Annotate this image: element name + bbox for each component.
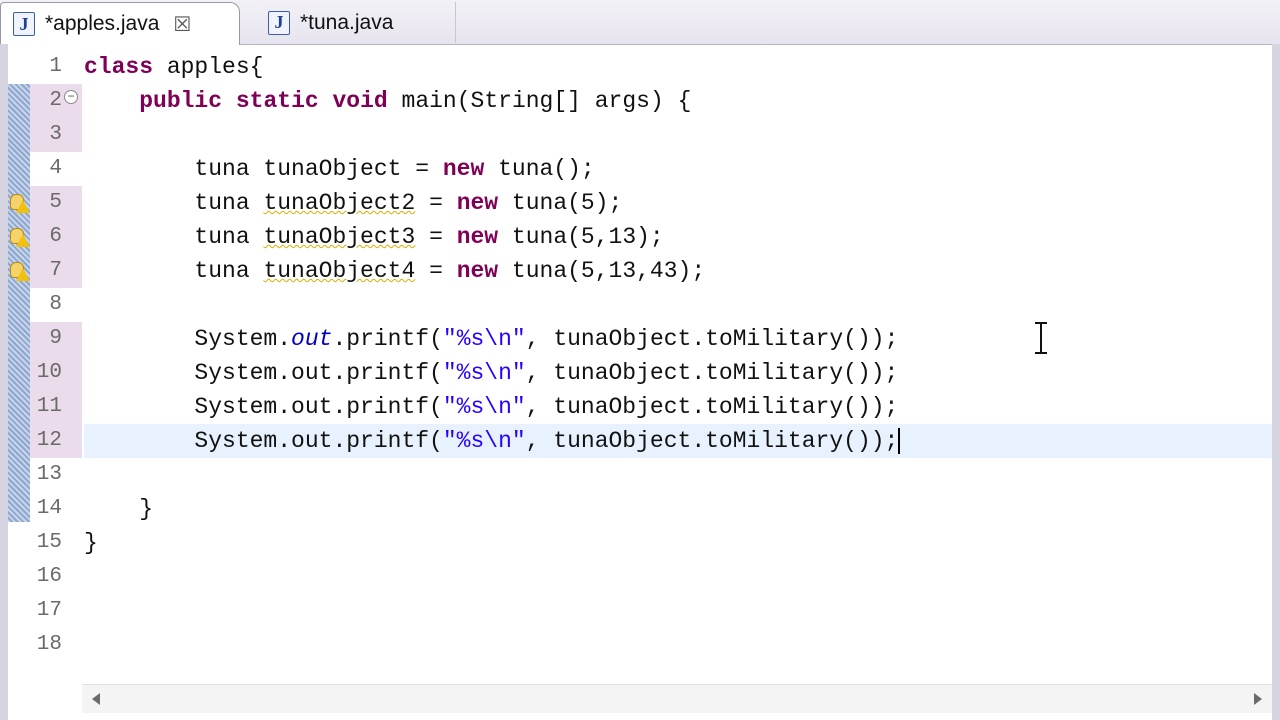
line-number: 10 [30, 356, 82, 390]
tab-label: *tuna.java [300, 10, 394, 34]
line-number: 1 [49, 55, 62, 78]
warning-lightbulb-icon[interactable] [8, 226, 30, 248]
line-number: 4 [49, 157, 62, 180]
scroll-right-arrow-icon[interactable] [1254, 693, 1262, 705]
code-line[interactable] [84, 288, 1272, 322]
code-line[interactable]: } [84, 492, 1272, 526]
line-number: 3 [30, 118, 82, 152]
code-line[interactable]: System.out.printf("%s\n", tunaObject.toM… [84, 390, 1272, 424]
tab-tuna-java[interactable]: J *tuna.java [256, 2, 456, 43]
code-line[interactable] [84, 560, 1272, 594]
mouse-ibeam-cursor [1034, 322, 1048, 354]
line-number: 9 [30, 322, 82, 356]
line-number: 18 [36, 633, 62, 656]
quick-diff-ruler [8, 84, 30, 522]
collapse-fold-icon[interactable]: − [64, 90, 78, 104]
line-number: 16 [36, 565, 62, 588]
code-line[interactable] [84, 118, 1272, 152]
code-editor[interactable]: class apples{ public static void main(St… [84, 50, 1272, 662]
code-line[interactable]: } [84, 526, 1272, 560]
line-number: 15 [36, 531, 62, 554]
line-number: 6 [30, 220, 82, 254]
line-number: 11 [30, 390, 82, 424]
code-line[interactable] [84, 458, 1272, 492]
code-line[interactable]: class apples{ [84, 50, 1272, 84]
line-number-gutter: 1 2 3 4 5 6 7 8 9 10 11 12 13 14 15 16 1… [30, 50, 82, 662]
code-line[interactable]: public static void main(String[] args) { [84, 84, 1272, 118]
code-line[interactable]: tuna tunaObject = new tuna(); [84, 152, 1272, 186]
code-line[interactable] [84, 628, 1272, 662]
scroll-left-arrow-icon[interactable] [92, 693, 100, 705]
code-line[interactable]: System.out.printf("%s\n", tunaObject.toM… [84, 424, 1272, 458]
tab-label: *apples.java [45, 12, 160, 35]
line-number: 14 [36, 497, 62, 520]
editor-tab-bar: J *apples.java ☒ J *tuna.java [0, 0, 1280, 45]
code-line[interactable]: tuna tunaObject4 = new tuna(5,13,43); [84, 254, 1272, 288]
code-line[interactable]: tuna tunaObject3 = new tuna(5,13); [84, 220, 1272, 254]
line-number: 7 [30, 254, 82, 288]
code-line[interactable] [84, 594, 1272, 628]
line-number: 13 [36, 463, 62, 486]
line-number: 17 [36, 599, 62, 622]
warning-lightbulb-icon[interactable] [8, 192, 30, 214]
code-line[interactable]: System.out.printf("%s\n", tunaObject.toM… [84, 322, 1272, 356]
tab-apples-java[interactable]: J *apples.java ☒ [0, 2, 240, 45]
horizontal-scrollbar[interactable] [82, 684, 1272, 713]
code-line[interactable]: tuna tunaObject2 = new tuna(5); [84, 186, 1272, 220]
line-number: 8 [49, 293, 62, 316]
code-line[interactable]: System.out.printf("%s\n", tunaObject.toM… [84, 356, 1272, 390]
line-number: 12 [30, 424, 82, 458]
line-number: 5 [30, 186, 82, 220]
right-border [1272, 44, 1280, 720]
left-border [0, 44, 8, 720]
text-caret [898, 427, 901, 454]
java-file-icon: J [268, 10, 290, 35]
close-tab-icon[interactable]: ☒ [173, 12, 191, 37]
warning-lightbulb-icon[interactable] [8, 260, 30, 282]
java-file-icon: J [13, 12, 35, 36]
